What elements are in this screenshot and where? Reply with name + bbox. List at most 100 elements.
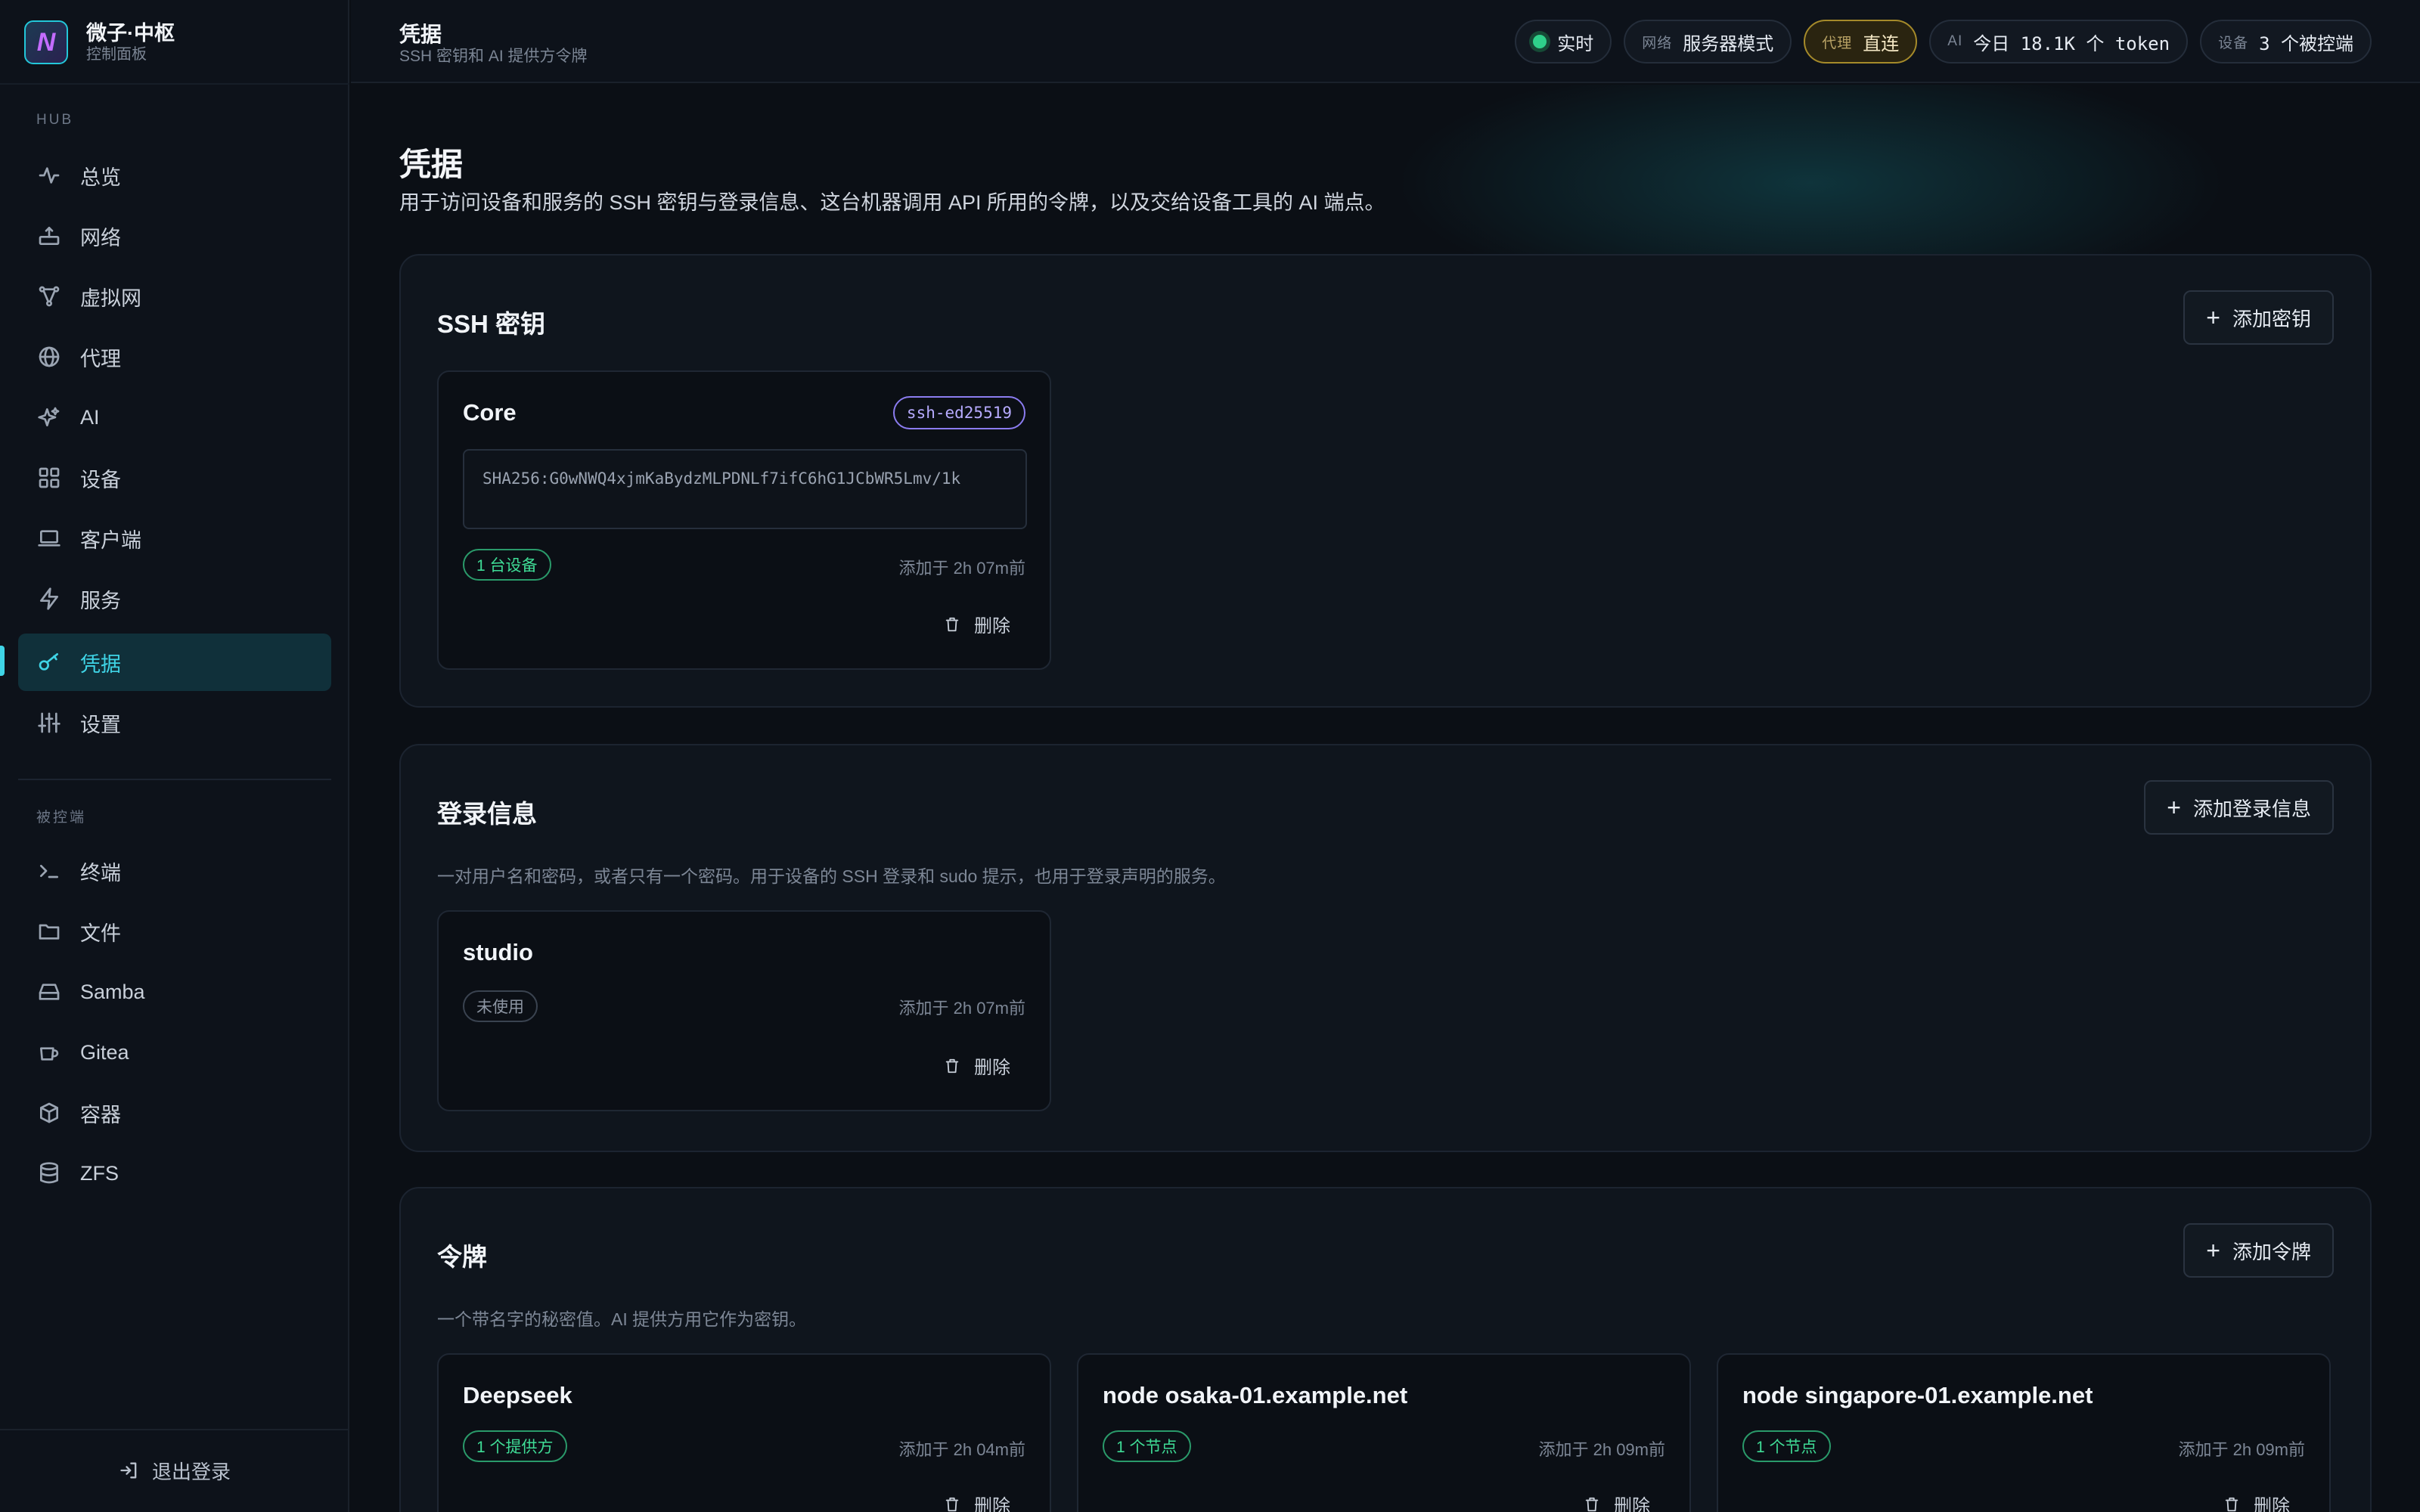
login-card: studio 未使用 添加于 2h 07m前 删除 [437, 910, 1051, 1111]
sidebar-item-ai[interactable]: AI [18, 389, 331, 446]
database-icon [36, 1160, 62, 1186]
button-label: 添加登录信息 [2192, 797, 2311, 820]
token-card: Deepseek 1 个提供方 添加于 2h 04m前 删除 [437, 1353, 1051, 1512]
token-card: node osaka-01.example.net 1 个节点 添加于 2h 0… [1077, 1353, 1691, 1512]
sidebar-item-credentials[interactable]: 凭据 [18, 634, 331, 691]
pill-key: 网络 [1642, 35, 1673, 51]
activity-icon [36, 163, 62, 188]
add-token-button[interactable]: + 添加令牌 [2183, 1223, 2334, 1278]
sidebar-item-label: 总览 [80, 166, 121, 189]
folder-icon [36, 919, 62, 944]
usage-badge: 未使用 [463, 990, 538, 1022]
logout-button[interactable]: 退出登录 [0, 1444, 349, 1497]
trash-icon [2225, 1497, 2238, 1511]
added-time: 添加于 2h 09m前 [1538, 1440, 1666, 1459]
sidebar-item-vnet[interactable]: 虚拟网 [18, 268, 331, 325]
delete-label: 删除 [2254, 1496, 2290, 1512]
sidebar-item-label: 客户端 [80, 528, 141, 552]
brand-logo: N [24, 20, 68, 64]
sliders-icon [36, 710, 62, 736]
sidebar-item-label: 终端 [80, 861, 121, 885]
live-status-pill[interactable]: 实时 [1515, 20, 1612, 64]
ai-usage-pill[interactable]: AI 今日 18.1K 个 token [1929, 20, 2189, 64]
sidebar-item-label: Gitea [80, 1040, 129, 1064]
delete-button[interactable]: 删除 [1584, 1491, 1650, 1512]
live-dot-icon [1533, 35, 1547, 48]
sidebar-item-label: AI [80, 405, 100, 429]
sidebar-item-gitea[interactable]: Gitea [18, 1024, 331, 1081]
brand[interactable]: N 微子·中枢 控制面板 [24, 18, 175, 67]
sidebar-item-label: Samba [80, 980, 145, 1003]
plus-icon: + [2167, 794, 2181, 821]
main-content: 凭据 用于访问设备和服务的 SSH 密钥与登录信息、这台机器调用 API 所用的… [351, 85, 2420, 1512]
sidebar-item-settings[interactable]: 设置 [18, 694, 331, 751]
share-nodes-icon [36, 284, 62, 309]
status-pills: 实时 网络 服务器模式 代理 直连 AI 今日 18.1K 个 token 设备… [1515, 20, 2372, 64]
pill-key: AI [1947, 33, 1963, 49]
key-fingerprint[interactable]: SHA256:G0wNWQ4xjmKaBydzMLPDNLf7ifC6hG1JC… [463, 449, 1027, 529]
hard-drive-icon [36, 979, 62, 1005]
delete-label: 删除 [1614, 1496, 1650, 1512]
pill-value: 3 个被控端 [2259, 33, 2353, 54]
trash-icon [1585, 1497, 1599, 1511]
sidebar-item-label: 设置 [80, 713, 121, 736]
devices-pill[interactable]: 设备 3 个被控端 [2200, 20, 2372, 64]
sidebar-item-overview[interactable]: 总览 [18, 147, 331, 204]
delete-button[interactable]: 删除 [944, 611, 1010, 637]
terminal-icon [36, 858, 62, 884]
added-time: 添加于 2h 04m前 [898, 1440, 1026, 1459]
divider [18, 779, 331, 780]
sidebar-item-label: 虚拟网 [80, 287, 141, 310]
sidebar-item-samba[interactable]: Samba [18, 963, 331, 1021]
panel-title: 登录信息 [437, 800, 537, 828]
topbar: 凭据 SSH 密钥和 AI 提供方令牌 实时 网络 服务器模式 代理 直连 AI… [351, 0, 2420, 83]
trash-icon [945, 1058, 959, 1073]
sidebar-item-services[interactable]: 服务 [18, 570, 331, 627]
sparkles-icon [36, 404, 62, 430]
added-time: 添加于 2h 09m前 [2178, 1440, 2306, 1459]
panel-title: SSH 密钥 [437, 310, 546, 338]
sidebar-item-files[interactable]: 文件 [18, 903, 331, 960]
ssh-key-card: Core ssh-ed25519 SHA256:G0wNWQ4xjmKaBydz… [437, 370, 1051, 670]
router-icon [36, 223, 62, 249]
sidebar-item-label: ZFS [80, 1161, 119, 1185]
key-icon [36, 649, 62, 675]
topbar-subtitle: SSH 密钥和 AI 提供方令牌 [399, 48, 588, 65]
sidebar-item-zfs[interactable]: ZFS [18, 1145, 331, 1202]
plus-icon: + [2206, 304, 2220, 331]
usage-badge: 1 个提供方 [463, 1430, 567, 1462]
network-mode-pill[interactable]: 网络 服务器模式 [1624, 20, 1792, 64]
bolt-icon [36, 586, 62, 612]
sidebar-item-label: 凭据 [80, 652, 121, 676]
added-time: 添加于 2h 07m前 [898, 559, 1026, 578]
logout-label: 退出登录 [151, 1460, 231, 1483]
sidebar-item-containers[interactable]: 容器 [18, 1084, 331, 1142]
delete-button[interactable]: 删除 [944, 1491, 1010, 1512]
key-name: Core [463, 399, 517, 426]
add-login-button[interactable]: + 添加登录信息 [2144, 780, 2334, 835]
button-label: 添加令牌 [2232, 1240, 2311, 1263]
delete-button[interactable]: 删除 [944, 1052, 1010, 1079]
token-card: node singapore-01.example.net 1 个节点 添加于 … [1717, 1353, 2331, 1512]
pill-key: 代理 [1822, 35, 1853, 51]
panel-description: 一个带名字的秘密值。AI 提供方用它作为密钥。 [437, 1309, 807, 1329]
box-icon [36, 1100, 62, 1126]
token-name: Deepseek [463, 1382, 572, 1408]
brand-title: 微子·中枢 [86, 22, 175, 45]
key-type-badge: ssh-ed25519 [892, 396, 1025, 429]
sidebar-item-terminal[interactable]: 终端 [18, 842, 331, 900]
add-key-button[interactable]: + 添加密钥 [2183, 290, 2334, 345]
delete-button[interactable]: 删除 [2223, 1491, 2290, 1512]
sidebar-item-clients[interactable]: 客户端 [18, 510, 331, 567]
brand-subtitle: 控制面板 [86, 46, 147, 63]
sidebar-item-devices[interactable]: 设备 [18, 449, 331, 507]
plus-icon: + [2206, 1237, 2220, 1264]
laptop-icon [36, 525, 62, 551]
sidebar-item-proxy[interactable]: 代理 [18, 328, 331, 386]
delete-label: 删除 [974, 1058, 1010, 1078]
sidebar-item-network[interactable]: 网络 [18, 207, 331, 265]
divider [0, 1429, 349, 1430]
proxy-mode-pill[interactable]: 代理 直连 [1804, 20, 1918, 64]
usage-badge: 1 台设备 [463, 549, 551, 581]
sidebar-item-label: 服务 [80, 589, 121, 612]
